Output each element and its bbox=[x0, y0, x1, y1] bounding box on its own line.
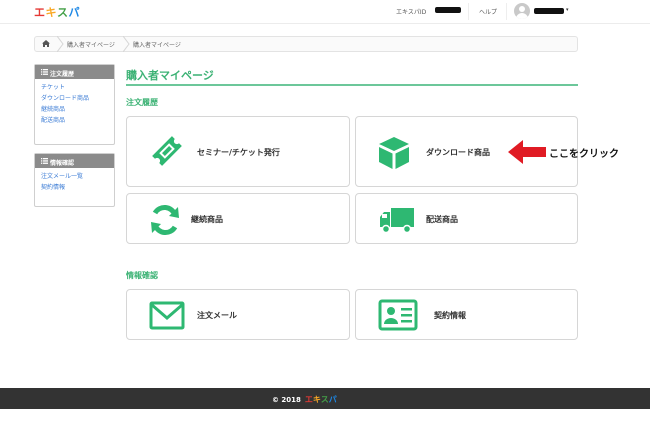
ticket-icon bbox=[152, 136, 182, 166]
list-icon bbox=[41, 69, 48, 75]
breadcrumb-home[interactable] bbox=[35, 37, 57, 51]
sidebar-order-history: 注文履歴 チケット ダウンロード商品 継続商品 配送商品 bbox=[34, 64, 115, 145]
header-divider bbox=[468, 3, 469, 20]
list-icon bbox=[41, 158, 48, 164]
footer-logo-char-3: ス bbox=[320, 395, 329, 404]
sidebar-header-label: 情報確認 bbox=[50, 160, 75, 167]
sidebar-item-recurring[interactable]: 継続商品 bbox=[35, 104, 114, 115]
contract-info-label: 契約情報 bbox=[434, 311, 466, 320]
redacted-user-name[interactable] bbox=[534, 8, 564, 14]
sidebar-header-label: 注文履歴 bbox=[50, 71, 75, 78]
breadcrumb: 購入者マイページ 購入者マイページ bbox=[34, 36, 578, 52]
box-icon bbox=[379, 137, 409, 169]
download-product-label: ダウンロード商品 bbox=[426, 148, 490, 157]
refresh-icon bbox=[151, 205, 179, 235]
logo-char-2: キ bbox=[45, 6, 57, 19]
footer-logo-char-2: キ bbox=[312, 395, 321, 404]
section-title-order-history: 注文履歴 bbox=[126, 98, 158, 107]
footer-logo-char-4: パ bbox=[328, 395, 337, 404]
footer-logo-char-1: エ bbox=[304, 395, 313, 404]
recurring-product-label: 継続商品 bbox=[191, 215, 223, 224]
logo-char-3: ス bbox=[57, 6, 69, 19]
section-title-info-confirm: 情報確認 bbox=[126, 271, 158, 280]
home-icon bbox=[42, 40, 50, 47]
sidebar-item-contract[interactable]: 契約情報 bbox=[35, 182, 114, 193]
arrow-left-icon bbox=[508, 140, 546, 164]
site-logo[interactable]: エキスパ bbox=[34, 4, 80, 20]
seminar-ticket-label: セミナー/チケット発行 bbox=[197, 148, 280, 157]
sidebar-info-confirm: 情報確認 注文メール一覧 契約情報 bbox=[34, 153, 115, 207]
click-here-callout: ここをクリック bbox=[549, 149, 619, 160]
top-header: エキスパ エキスパID ヘルプ ▾ bbox=[0, 0, 650, 24]
order-mail-label: 注文メール bbox=[197, 311, 237, 320]
sidebar-header-info-confirm: 情報確認 bbox=[35, 154, 114, 168]
mail-icon bbox=[149, 301, 185, 330]
header-divider bbox=[506, 3, 507, 20]
sidebar-item-download[interactable]: ダウンロード商品 bbox=[35, 93, 114, 104]
title-divider bbox=[126, 84, 578, 86]
copyright-text: © 2018 bbox=[272, 396, 301, 404]
breadcrumb-item[interactable]: 購入者マイページ bbox=[67, 40, 115, 49]
logo-char-1: エ bbox=[34, 6, 46, 19]
logo-char-4: パ bbox=[68, 6, 80, 19]
breadcrumb-separator-icon bbox=[57, 36, 64, 52]
page-title: 購入者マイページ bbox=[126, 69, 214, 82]
shipping-product-card[interactable]: 配送商品 bbox=[355, 193, 578, 244]
sidebar-item-order-mail-list[interactable]: 注文メール一覧 bbox=[35, 171, 114, 182]
help-link[interactable]: ヘルプ bbox=[479, 7, 497, 16]
sidebar-item-shipping[interactable]: 配送商品 bbox=[35, 115, 114, 126]
breadcrumb-separator-icon bbox=[123, 36, 130, 52]
sidebar-item-ticket[interactable]: チケット bbox=[35, 82, 114, 93]
footer-logo[interactable]: エキスパ bbox=[305, 395, 337, 404]
breadcrumb-current: 購入者マイページ bbox=[133, 42, 181, 49]
sidebar-header-order-history: 注文履歴 bbox=[35, 65, 114, 79]
redacted-user-id bbox=[435, 7, 461, 13]
footer: © 2018 エキスパ bbox=[0, 388, 650, 409]
order-mail-card[interactable]: 注文メール bbox=[126, 289, 350, 340]
footer-copyright: © 2018 エキスパ bbox=[272, 394, 337, 405]
contract-info-card[interactable]: 契約情報 bbox=[355, 289, 578, 340]
avatar[interactable] bbox=[514, 3, 530, 19]
recurring-product-card[interactable]: 継続商品 bbox=[126, 193, 350, 244]
id-card-icon bbox=[378, 299, 418, 331]
chevron-down-icon[interactable]: ▾ bbox=[566, 7, 569, 13]
truck-icon bbox=[380, 208, 414, 234]
seminar-ticket-card[interactable]: セミナー/チケット発行 bbox=[126, 116, 350, 187]
user-id-label: エキスパID bbox=[396, 9, 427, 16]
shipping-product-label: 配送商品 bbox=[426, 215, 458, 224]
